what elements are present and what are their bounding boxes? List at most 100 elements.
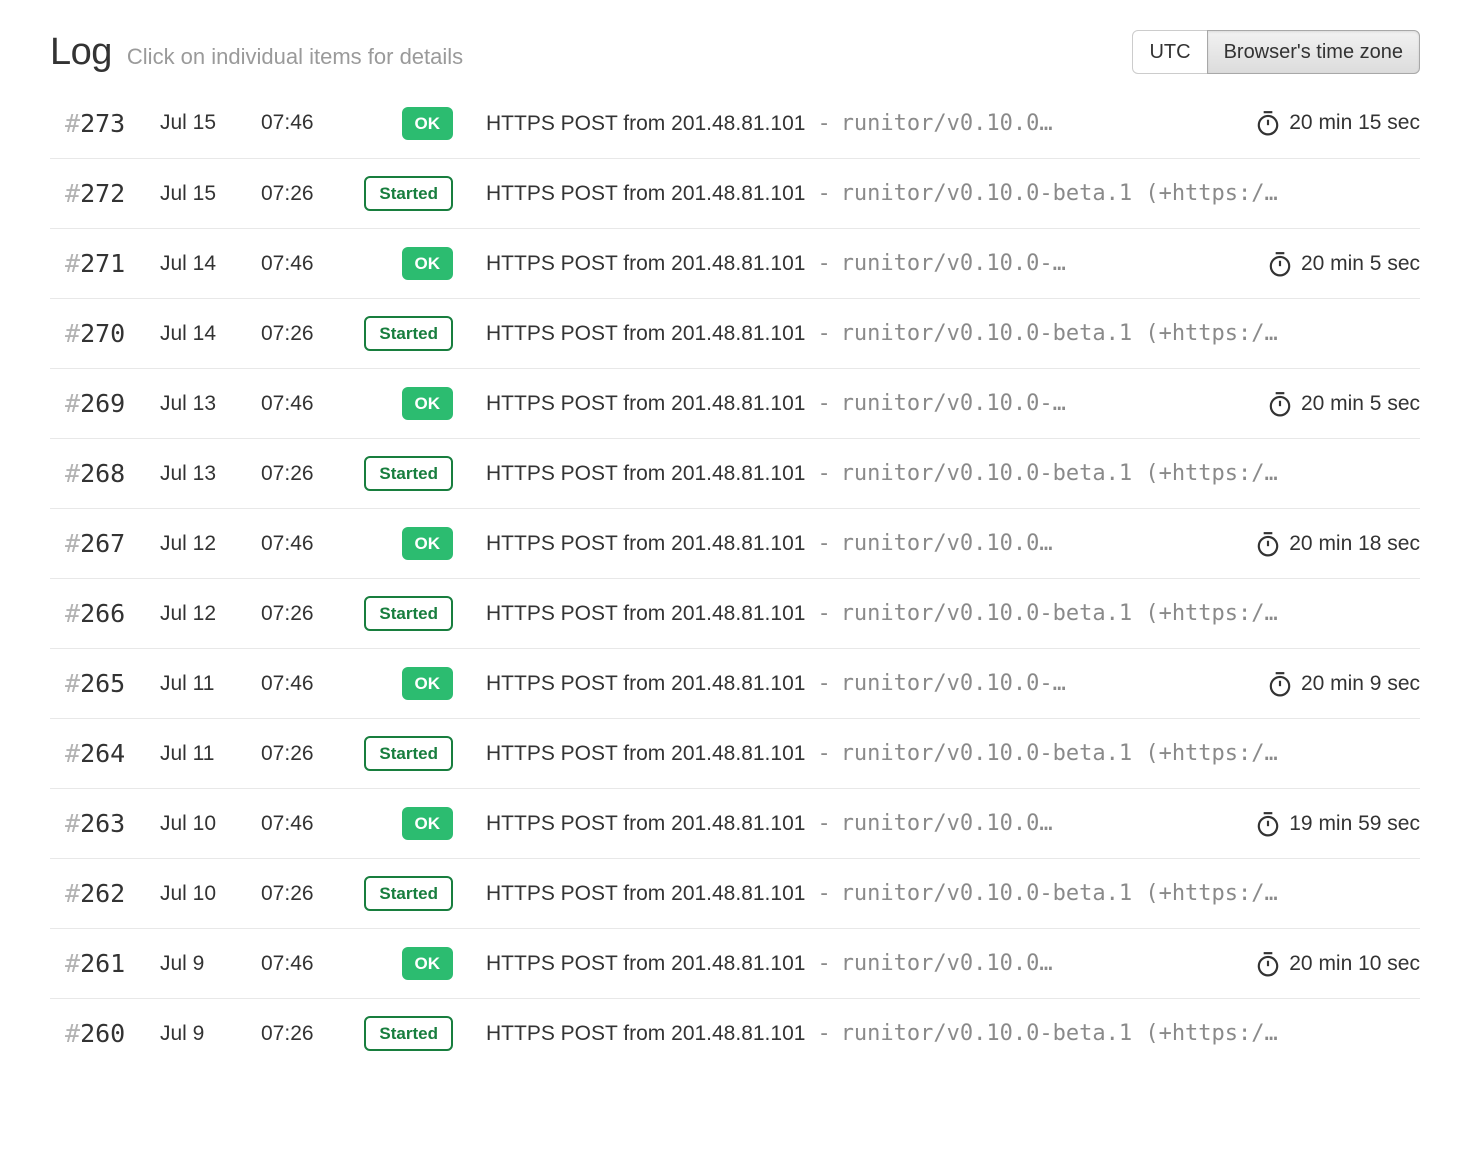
log-row[interactable]: #271 Jul 14 07:46 OK HTTPS POST from 201… [50, 228, 1420, 298]
row-number: 269 [80, 389, 125, 418]
event-description: HTTPS POST from 201.48.81.101-runitor/v0… [486, 741, 1420, 766]
timezone-toggle: UTC Browser's time zone [1132, 30, 1420, 74]
stopwatch-icon [1268, 251, 1292, 277]
row-number-prefix: # [65, 179, 80, 208]
agent-text: runitor/v0.10.0… [841, 111, 1053, 136]
row-number-cell: #267 [50, 529, 160, 558]
agent-text: runitor/v0.10.0-beta.1 (+https:/… [841, 1021, 1278, 1046]
row-date: Jul 15 [160, 182, 261, 206]
event-text: HTTPS POST from 201.48.81.101 [486, 742, 805, 765]
row-number: 272 [80, 179, 125, 208]
status-badge: Started [364, 456, 453, 491]
row-number-cell: #262 [50, 879, 160, 908]
row-number-cell: #273 [50, 109, 160, 138]
separator-dash: - [817, 531, 830, 556]
row-time: 07:26 [261, 462, 341, 486]
page-title: Log [50, 31, 112, 74]
duration-text: 20 min 5 sec [1301, 252, 1420, 276]
log-row[interactable]: #262 Jul 10 07:26 Started HTTPS POST fro… [50, 858, 1420, 928]
duration-text: 20 min 5 sec [1301, 392, 1420, 416]
log-row[interactable]: #264 Jul 11 07:26 Started HTTPS POST fro… [50, 718, 1420, 788]
status-badge-cell: OK [341, 807, 453, 840]
log-row[interactable]: #273 Jul 15 07:46 OK HTTPS POST from 201… [50, 88, 1420, 158]
event-description: HTTPS POST from 201.48.81.101-runitor/v0… [486, 601, 1420, 626]
row-time: 07:26 [261, 182, 341, 206]
row-number-prefix: # [65, 599, 80, 628]
agent-text: runitor/v0.10.0-beta.1 (+https:/… [841, 321, 1278, 346]
row-number-cell: #264 [50, 739, 160, 768]
agent-text: runitor/v0.10.0-beta.1 (+https:/… [841, 181, 1278, 206]
row-time: 07:26 [261, 322, 341, 346]
row-date: Jul 10 [160, 882, 261, 906]
event-text: HTTPS POST from 201.48.81.101 [486, 1022, 805, 1045]
utc-button[interactable]: UTC [1132, 30, 1207, 74]
event-description: HTTPS POST from 201.48.81.101-runitor/v0… [486, 1021, 1420, 1046]
agent-text: runitor/v0.10.0-… [841, 391, 1066, 416]
row-number-prefix: # [65, 1019, 80, 1048]
row-number-prefix: # [65, 809, 80, 838]
event-description: HTTPS POST from 201.48.81.101-runitor/v0… [486, 671, 1252, 696]
log-row[interactable]: #272 Jul 15 07:26 Started HTTPS POST fro… [50, 158, 1420, 228]
stopwatch-icon [1268, 671, 1292, 697]
event-text: HTTPS POST from 201.48.81.101 [486, 182, 805, 205]
event-text: HTTPS POST from 201.48.81.101 [486, 602, 805, 625]
log-row[interactable]: #267 Jul 12 07:46 OK HTTPS POST from 201… [50, 508, 1420, 578]
log-row[interactable]: #268 Jul 13 07:26 Started HTTPS POST fro… [50, 438, 1420, 508]
row-number-cell: #271 [50, 249, 160, 278]
row-number-prefix: # [65, 949, 80, 978]
event-text: HTTPS POST from 201.48.81.101 [486, 672, 805, 695]
event-text: HTTPS POST from 201.48.81.101 [486, 112, 805, 135]
separator-dash: - [817, 741, 830, 766]
separator-dash: - [817, 1021, 830, 1046]
event-text: HTTPS POST from 201.48.81.101 [486, 532, 805, 555]
row-number-cell: #269 [50, 389, 160, 418]
status-badge-cell: Started [341, 316, 453, 351]
log-page: Log Click on individual items for detail… [0, 0, 1470, 1068]
status-badge: OK [402, 527, 454, 560]
log-row[interactable]: #263 Jul 10 07:46 OK HTTPS POST from 201… [50, 788, 1420, 858]
row-number: 264 [80, 739, 125, 768]
page-header: Log Click on individual items for detail… [50, 30, 1420, 74]
event-text: HTTPS POST from 201.48.81.101 [486, 322, 805, 345]
row-number-prefix: # [65, 319, 80, 348]
status-badge-cell: Started [341, 736, 453, 771]
separator-dash: - [817, 111, 830, 136]
row-number-prefix: # [65, 389, 80, 418]
row-time: 07:46 [261, 532, 341, 556]
row-date: Jul 15 [160, 111, 261, 135]
agent-text: runitor/v0.10.0… [841, 531, 1053, 556]
stopwatch-icon [1256, 110, 1280, 136]
log-row[interactable]: #261 Jul 9 07:46 OK HTTPS POST from 201.… [50, 928, 1420, 998]
row-number-prefix: # [65, 529, 80, 558]
title-block: Log Click on individual items for detail… [50, 31, 463, 74]
duration: 20 min 18 sec [1256, 531, 1420, 557]
separator-dash: - [817, 951, 830, 976]
event-description: HTTPS POST from 201.48.81.101-runitor/v0… [486, 111, 1240, 136]
agent-text: runitor/v0.10.0-… [841, 671, 1066, 696]
log-row[interactable]: #266 Jul 12 07:26 Started HTTPS POST fro… [50, 578, 1420, 648]
row-number: 267 [80, 529, 125, 558]
log-row[interactable]: #260 Jul 9 07:26 Started HTTPS POST from… [50, 998, 1420, 1068]
browser-timezone-button[interactable]: Browser's time zone [1207, 30, 1420, 74]
row-time: 07:26 [261, 602, 341, 626]
log-row[interactable]: #270 Jul 14 07:26 Started HTTPS POST fro… [50, 298, 1420, 368]
event-description: HTTPS POST from 201.48.81.101-runitor/v0… [486, 181, 1420, 206]
status-badge: OK [402, 807, 454, 840]
event-description: HTTPS POST from 201.48.81.101-runitor/v0… [486, 951, 1240, 976]
log-row[interactable]: #269 Jul 13 07:46 OK HTTPS POST from 201… [50, 368, 1420, 438]
row-time: 07:46 [261, 952, 341, 976]
status-badge-cell: OK [341, 667, 453, 700]
status-badge-cell: OK [341, 527, 453, 560]
row-time: 07:46 [261, 392, 341, 416]
row-date: Jul 10 [160, 812, 261, 836]
row-number-cell: #265 [50, 669, 160, 698]
status-badge: OK [402, 667, 454, 700]
row-time: 07:26 [261, 742, 341, 766]
row-number-cell: #268 [50, 459, 160, 488]
status-badge-cell: Started [341, 456, 453, 491]
row-number: 271 [80, 249, 125, 278]
row-number-prefix: # [65, 739, 80, 768]
row-number: 261 [80, 949, 125, 978]
event-description: HTTPS POST from 201.48.81.101-runitor/v0… [486, 881, 1420, 906]
log-row[interactable]: #265 Jul 11 07:46 OK HTTPS POST from 201… [50, 648, 1420, 718]
